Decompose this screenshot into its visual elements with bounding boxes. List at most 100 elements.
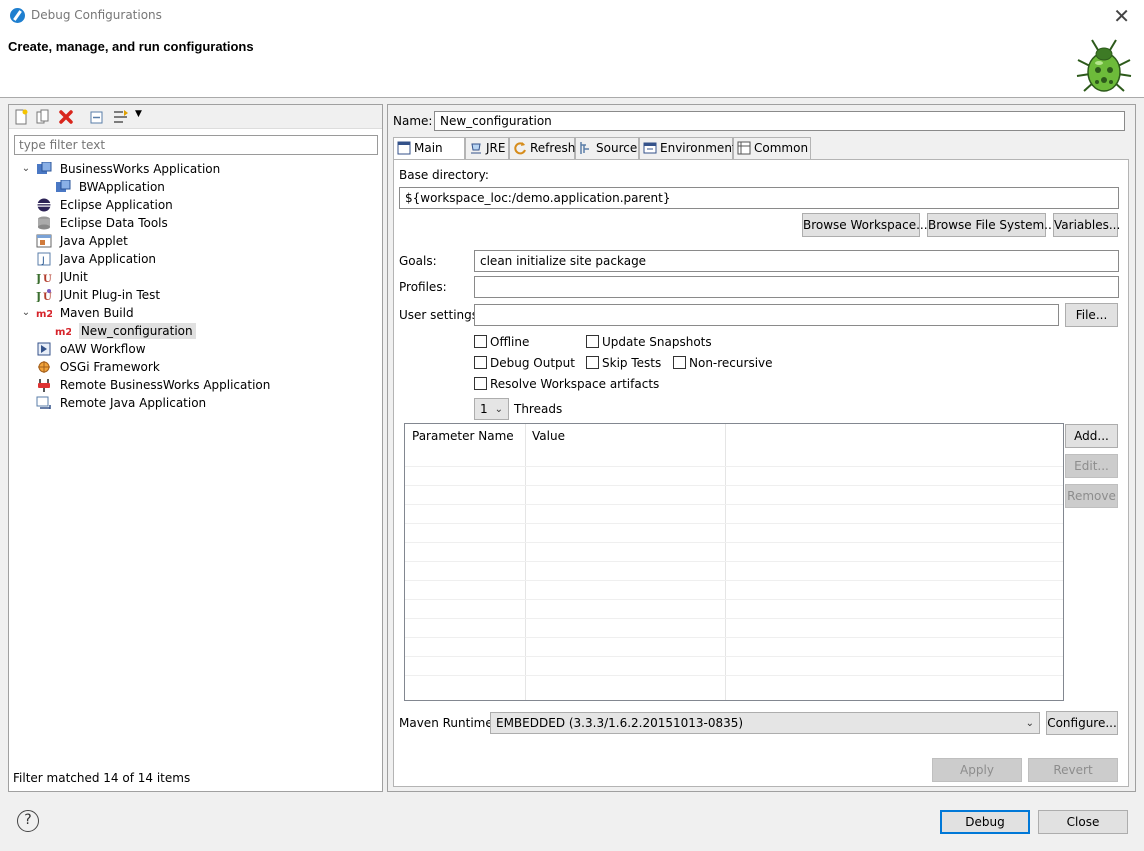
dialog-header: Create, manage, and run configurations [0, 32, 1144, 98]
debug-output-checkbox[interactable]: Debug Output [474, 355, 575, 371]
eclipse-icon [37, 198, 51, 211]
resolve-workspace-checkbox[interactable]: Resolve Workspace artifacts [474, 376, 659, 392]
svg-text:m2: m2 [36, 309, 52, 320]
filter-input[interactable] [14, 135, 378, 155]
common-icon [737, 141, 751, 155]
view-menu-chevron-icon[interactable]: ▼ [135, 109, 142, 119]
debug-button[interactable]: Debug [940, 810, 1030, 834]
svg-text:J: J [36, 272, 41, 284]
configure-button[interactable]: Configure... [1046, 711, 1118, 735]
osgi-icon [38, 360, 50, 373]
source-icon [580, 142, 589, 154]
java-app-icon: J [37, 252, 51, 266]
eclipse-debug-icon [10, 8, 25, 23]
svg-text:J: J [36, 290, 41, 302]
tree-item-businessworks-application[interactable]: ⌄ BusinessWorks Application [22, 160, 220, 178]
chevron-down-icon: ⌄ [494, 404, 503, 415]
tree-item-new-configuration[interactable]: m2 New_configuration [55, 322, 196, 340]
chevron-down-icon: ⌄ [1025, 718, 1034, 729]
expand-chevron-icon[interactable]: ⌄ [20, 160, 32, 178]
tree-toolbar: ▼ [9, 105, 382, 129]
maven-icon: m2 [36, 309, 52, 320]
new-configuration-icon[interactable] [13, 109, 29, 125]
tree-item-java-applet[interactable]: Java Applet [36, 232, 128, 250]
tree-item-junit[interactable]: JU JUnit [36, 268, 88, 286]
maven-icon: m2 [55, 327, 71, 338]
update-snapshots-checkbox[interactable]: Update Snapshots [586, 334, 712, 350]
collapse-all-icon[interactable] [89, 109, 105, 125]
profiles-label: Profiles: [399, 280, 447, 294]
tree-item-osgi-framework[interactable]: OSGi Framework [36, 358, 160, 376]
window-title: Debug Configurations [31, 8, 162, 22]
environment-icon [643, 142, 657, 154]
tab-jre[interactable]: JRE [465, 137, 509, 159]
tab-environment[interactable]: Environment [639, 137, 737, 159]
parameter-table[interactable]: Parameter Name Value [404, 423, 1064, 701]
close-window-icon[interactable]: ✕ [1113, 4, 1130, 28]
tab-refresh[interactable]: Refresh [509, 137, 575, 159]
tree-item-oaw-workflow[interactable]: oAW Workflow [36, 340, 146, 358]
junit-plugin-icon: JU [36, 288, 52, 302]
column-header-value: Value [532, 429, 565, 443]
remote-java-icon [36, 396, 51, 409]
non-recursive-checkbox[interactable]: Non-recursive [673, 355, 773, 371]
variables-button[interactable]: Variables... [1053, 213, 1120, 237]
tree-item-eclipse-data-tools[interactable]: Eclipse Data Tools [36, 214, 168, 232]
tree-item-remote-java-application[interactable]: Remote Java Application [36, 394, 206, 412]
bw-icon [56, 179, 71, 192]
tree-item-bwapplication[interactable]: BWApplication [55, 178, 165, 196]
database-icon [38, 216, 50, 229]
delete-icon[interactable] [58, 109, 74, 125]
remote-bw-icon [38, 378, 50, 392]
expand-chevron-icon[interactable]: ⌄ [20, 304, 32, 322]
help-icon[interactable]: ? [17, 810, 39, 832]
base-directory-label: Base directory: [399, 168, 489, 182]
profiles-field[interactable] [474, 276, 1119, 298]
remove-parameter-button[interactable]: Remove [1065, 484, 1118, 508]
tab-strip: Main JRE Refresh Source Environment Comm… [393, 137, 1129, 160]
user-settings-label: User settings: [399, 308, 483, 322]
skip-tests-checkbox[interactable]: Skip Tests [586, 355, 661, 371]
user-settings-field[interactable] [474, 304, 1059, 326]
offline-checkbox[interactable]: Offline [474, 334, 529, 350]
tree-item-remote-businessworks-application[interactable]: Remote BusinessWorks Application [36, 376, 270, 394]
base-directory-field[interactable]: ${workspace_loc:/demo.application.parent… [399, 187, 1119, 209]
dialog-button-bar: ? Debug Close [0, 792, 1144, 851]
filter-icon[interactable] [113, 109, 129, 125]
apply-button[interactable]: Apply [932, 758, 1022, 782]
threads-label: Threads [514, 402, 563, 416]
maven-runtime-label: Maven Runtime: [399, 716, 497, 730]
junit-icon: JU [36, 272, 52, 284]
debug-bug-icon [1076, 39, 1132, 92]
tree-item-maven-build[interactable]: ⌄ m2 Maven Build [22, 304, 134, 322]
revert-button[interactable]: Revert [1028, 758, 1118, 782]
add-parameter-button[interactable]: Add... [1065, 424, 1118, 448]
title-bar: Debug Configurations ✕ [0, 0, 1144, 32]
main-tab-icon [397, 141, 411, 155]
tab-common[interactable]: Common [733, 137, 811, 159]
name-field[interactable]: New_configuration [434, 111, 1125, 131]
tab-main[interactable]: Main [393, 137, 465, 160]
edit-parameter-button[interactable]: Edit... [1065, 454, 1118, 478]
dialog-heading: Create, manage, and run configurations [8, 39, 254, 54]
tree-item-java-application[interactable]: J Java Application [36, 250, 156, 268]
goals-field[interactable]: clean initialize site package [474, 250, 1119, 272]
refresh-icon [514, 142, 526, 155]
filter-status-text: Filter matched 14 of 14 items [13, 771, 191, 785]
goals-label: Goals: [399, 254, 437, 268]
tab-source[interactable]: Source [575, 137, 639, 159]
tree-item-eclipse-application[interactable]: Eclipse Application [36, 196, 173, 214]
svg-text:J: J [41, 256, 45, 266]
browse-file-system-button[interactable]: Browse File System... [927, 213, 1056, 237]
workflow-icon [37, 342, 51, 355]
file-button[interactable]: File... [1065, 303, 1118, 327]
close-button[interactable]: Close [1038, 810, 1128, 834]
duplicate-icon[interactable] [35, 109, 51, 125]
threads-select[interactable]: 1 ⌄ [474, 398, 509, 420]
tree-item-junit-plugin-test[interactable]: JU JUnit Plug-in Test [36, 286, 160, 304]
browse-workspace-button[interactable]: Browse Workspace... [802, 213, 928, 237]
maven-runtime-select[interactable]: EMBEDDED (3.3.3/1.6.2.20151013-0835) ⌄ [490, 712, 1040, 734]
configuration-editor-pane: Name: New_configuration Main JRE Refresh… [387, 104, 1136, 792]
table-header: Parameter Name Value [405, 424, 1063, 448]
column-header-parameter-name: Parameter Name [412, 429, 514, 443]
